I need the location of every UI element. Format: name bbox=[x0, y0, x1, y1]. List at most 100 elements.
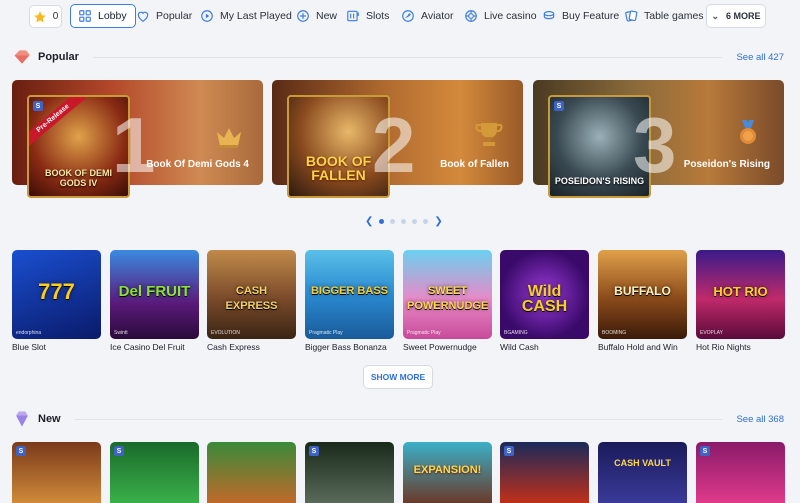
game-thumbnail[interactable]: SWEET POWERNUDGE Pragmatic Play bbox=[403, 250, 492, 339]
nav-aviator-label: Aviator bbox=[421, 10, 454, 22]
rank-number: 2 bbox=[372, 101, 416, 189]
game-thumbnail[interactable]: BUFFALO BOOMING bbox=[598, 250, 687, 339]
carousel-prev-icon[interactable]: ❮ bbox=[365, 216, 373, 227]
new-game-card[interactable]: S bbox=[12, 442, 101, 503]
game-logo: SWEET POWERNUDGE bbox=[407, 284, 489, 312]
carousel-dot[interactable] bbox=[412, 219, 418, 224]
game-name: Ice Casino Del Fruit bbox=[110, 342, 185, 352]
game-name: Cash Express bbox=[207, 342, 260, 352]
game-card-buffalo-hold-and-win[interactable]: BUFFALO BOOMING Buffalo Hold and Win bbox=[598, 250, 687, 352]
nav-buy-feature[interactable]: Buy Feature bbox=[542, 4, 619, 28]
top-navigation: 0 Lobby Popular My Last Played New Slots… bbox=[0, 0, 800, 33]
game-card-cash-express[interactable]: CASH EXPRESS EVOLUTION Cash Express bbox=[207, 250, 296, 352]
carousel-pagination: ❮ ❯ bbox=[365, 216, 443, 227]
popular-see-all-link[interactable]: See all 427 bbox=[736, 52, 784, 63]
coins-icon bbox=[543, 11, 555, 20]
game-name: Hot Rio Nights bbox=[696, 342, 751, 352]
chevron-down-icon: ⌄ bbox=[711, 10, 720, 21]
top-game-banner-2[interactable]: BOOK OF FALLEN 2 Book of Fallen bbox=[272, 80, 523, 198]
nav-popular[interactable]: Popular bbox=[136, 4, 192, 28]
new-see-all-link[interactable]: See all 368 bbox=[736, 414, 784, 425]
heart-icon bbox=[137, 11, 149, 22]
new-game-card[interactable]: S bbox=[500, 442, 589, 503]
game-card-ice-casino-del-fruit[interactable]: Del FRUIT Swintt Ice Casino Del Fruit bbox=[110, 250, 199, 352]
play-circle-icon bbox=[201, 10, 213, 22]
game-logo: EXPANSION! bbox=[413, 464, 482, 476]
new-game-card[interactable]: S bbox=[696, 442, 785, 503]
game-thumbnail[interactable]: CASH EXPRESS EVOLUTION bbox=[207, 250, 296, 339]
game-card-bigger-bass-bonanza[interactable]: BIGGER BASS Pragmatic Play Bigger Bass B… bbox=[305, 250, 394, 352]
banner-game-name: Book of Fallen bbox=[440, 159, 509, 170]
nav-slots[interactable]: Slots bbox=[346, 4, 389, 28]
popular-section-header: Popular See all 427 bbox=[12, 47, 784, 67]
aviator-icon bbox=[402, 10, 414, 22]
cards-icon bbox=[625, 10, 638, 22]
new-game-card[interactable] bbox=[207, 442, 296, 503]
carousel-dot[interactable] bbox=[401, 219, 407, 224]
top-game-banner-3[interactable]: S POSEIDON'S RISING 3 Poseidon's Rising bbox=[533, 80, 784, 198]
provider-badge-icon: S bbox=[554, 101, 564, 111]
nav-popular-label: Popular bbox=[156, 10, 193, 22]
game-card-hot-rio-nights[interactable]: HOT RIO EVOPLAY Hot Rio Nights bbox=[696, 250, 785, 352]
banner-game-name: Poseidon's Rising bbox=[683, 159, 770, 170]
game-card-sweet-powernudge[interactable]: SWEET POWERNUDGE Pragmatic Play Sweet Po… bbox=[403, 250, 492, 352]
game-logo: 777 bbox=[38, 278, 75, 304]
nav-my-last-played[interactable]: My Last Played bbox=[200, 4, 292, 28]
game-logo: BUFFALO bbox=[614, 283, 671, 298]
game-thumbnail[interactable]: 777 endorphina bbox=[12, 250, 101, 339]
provider-name: Pragmatic Play bbox=[309, 330, 343, 336]
game-card-blue-slot[interactable]: 777 endorphina Blue Slot bbox=[12, 250, 101, 352]
gem-icon bbox=[14, 50, 30, 64]
nav-aviator[interactable]: Aviator bbox=[401, 4, 454, 28]
game-logo: BIGGER BASS bbox=[310, 284, 388, 297]
game-thumbnail[interactable]: Wild CASH BGAMING bbox=[500, 250, 589, 339]
provider-name: BGAMING bbox=[504, 330, 528, 336]
nav-new[interactable]: New bbox=[296, 4, 337, 28]
nav-lobby-label: Lobby bbox=[98, 10, 127, 22]
top-game-banner-1[interactable]: S Pre-Release BOOK OF DEMI GODS IV 1 Boo… bbox=[12, 80, 263, 198]
carousel-next-icon[interactable]: ❯ bbox=[434, 216, 442, 227]
favorites-button[interactable]: 0 bbox=[29, 5, 62, 28]
provider-badge-icon: S bbox=[504, 446, 514, 456]
popular-title: Popular bbox=[38, 51, 79, 63]
crown-icon bbox=[217, 128, 241, 148]
show-more-button[interactable]: SHOW MORE bbox=[363, 365, 433, 389]
banner-game-name: Book Of Demi Gods 4 bbox=[146, 159, 249, 170]
new-title: New bbox=[38, 413, 61, 425]
game-thumbnail[interactable]: HOT RIO EVOPLAY bbox=[696, 250, 785, 339]
nav-my-last-played-label: My Last Played bbox=[220, 10, 292, 22]
carousel-dot[interactable] bbox=[390, 219, 396, 224]
nav-table-games-label: Table games bbox=[644, 10, 704, 22]
more-categories-button[interactable]: ⌄ 6 MORE bbox=[706, 4, 766, 28]
new-game-card[interactable]: CASH VAULT bbox=[598, 442, 687, 503]
nav-live-casino[interactable]: Live casino bbox=[464, 4, 537, 28]
new-game-card[interactable]: S bbox=[305, 442, 394, 503]
provider-name: EVOLUTION bbox=[211, 330, 240, 336]
game-thumbnail[interactable]: BIGGER BASS Pragmatic Play bbox=[305, 250, 394, 339]
game-logo: HOT RIO bbox=[713, 283, 768, 299]
nav-new-label: New bbox=[316, 10, 338, 22]
new-game-card[interactable]: EXPANSION! bbox=[403, 442, 492, 503]
provider-badge-icon: S bbox=[33, 101, 43, 111]
game-card-wild-cash[interactable]: Wild CASH BGAMING Wild Cash bbox=[500, 250, 589, 352]
carousel-dot[interactable] bbox=[379, 219, 385, 224]
nav-lobby[interactable]: Lobby bbox=[70, 4, 136, 28]
game-name: Sweet Powernudge bbox=[403, 342, 477, 352]
nav-table-games[interactable]: Table games bbox=[624, 4, 704, 28]
game-name: Bigger Bass Bonanza bbox=[305, 342, 387, 352]
game-name: Buffalo Hold and Win bbox=[598, 342, 678, 352]
provider-name: endorphina bbox=[16, 330, 42, 336]
more-label: 6 MORE bbox=[726, 11, 761, 21]
rank-number: 1 bbox=[112, 101, 156, 189]
home-icon bbox=[79, 10, 91, 22]
new-game-card[interactable]: S bbox=[110, 442, 199, 503]
provider-badge-icon: S bbox=[309, 446, 319, 456]
game-thumbnail[interactable]: Del FRUIT Swintt bbox=[110, 250, 199, 339]
provider-badge-icon: S bbox=[114, 446, 124, 456]
trophy-icon bbox=[475, 123, 503, 146]
divider bbox=[74, 418, 723, 420]
tile-title: POSEIDON'S RISING bbox=[554, 176, 645, 186]
carousel-dot[interactable] bbox=[423, 219, 429, 224]
nav-slots-label: Slots bbox=[366, 10, 390, 22]
provider-badge-icon: S bbox=[700, 446, 710, 456]
